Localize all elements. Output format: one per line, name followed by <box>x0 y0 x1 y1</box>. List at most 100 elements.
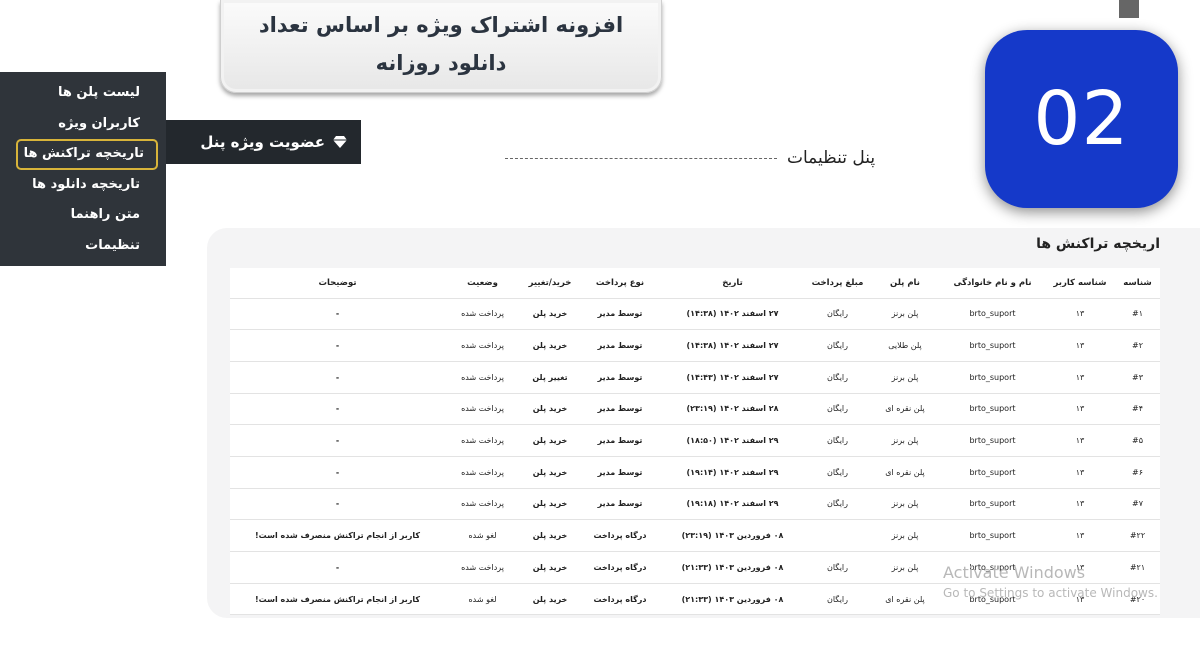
cell-plan-name: پلن برنز <box>870 361 940 394</box>
cell-full-name: brto_suport <box>940 298 1045 331</box>
cell-amount: رایگان <box>805 456 870 489</box>
cell-user-id: ۱۳ <box>1045 488 1115 521</box>
cell-buy-change: خرید پلن <box>520 488 580 521</box>
cell-plan-name: پلن طلایی <box>870 329 940 362</box>
cell-buy-change: خرید پلن <box>520 456 580 489</box>
submenu-item-vip-users[interactable]: کاربران ویژه <box>16 109 160 140</box>
cell-description: - <box>230 488 445 521</box>
table-row: #۲۲ ۱۳ brto_suport پلن برنز ۰۸ فروردین ۱۴۰۳ … <box>230 519 1160 552</box>
windows-activation-watermark: Activate Windows Go to Settings to activ… <box>943 563 1158 600</box>
cell-full-name: brto_suport <box>940 519 1045 552</box>
cell-description: - <box>230 393 445 426</box>
plugin-submenu: لیست پلن ها کاربران ویژه تاریخچه تراکنش … <box>0 72 166 266</box>
header-description: توضیحات <box>230 268 445 299</box>
table-row: #۲ ۱۳ brto_suport پلن طلایی رایگان ۲۷ اسفند ۱… <box>230 329 1160 362</box>
cell-full-name: brto_suport <box>940 361 1045 394</box>
cell-date: ۲۷ اسفند ۱۴۰۲ (۱۴:۳۸) <box>660 329 805 362</box>
cell-user-id: ۱۳ <box>1045 456 1115 489</box>
cell-buy-change: خرید پلن <box>520 551 580 584</box>
cell-description: کاربر از انجام تراکنش منصرف شده است! <box>230 583 445 616</box>
cell-full-name: brto_suport <box>940 424 1045 457</box>
cell-buy-change: خرید پلن <box>520 583 580 616</box>
cell-description: - <box>230 551 445 584</box>
cell-buy-change: خرید پلن <box>520 424 580 457</box>
promo-title-line-2: دانلود روزانه <box>375 51 507 75</box>
cell-amount: رایگان <box>805 298 870 331</box>
cell-plan-name: پلن برنز <box>870 298 940 331</box>
cell-status: لغو شده <box>445 519 520 552</box>
cell-id: #۳ <box>1115 361 1160 394</box>
cell-amount: رایگان <box>805 424 870 457</box>
table-row: #۷ ۱۳ brto_suport پلن برنز رایگان ۲۹ اسفند ۱۴… <box>230 488 1160 521</box>
cell-user-id: ۱۳ <box>1045 298 1115 331</box>
cell-payment-type: درگاه پرداخت <box>580 583 660 616</box>
cell-id: #۲ <box>1115 329 1160 362</box>
cell-buy-change: خرید پلن <box>520 329 580 362</box>
cell-status: پرداخت شده <box>445 456 520 489</box>
header-full-name: نام و نام خانوادگی <box>940 268 1045 299</box>
cell-date: ۰۸ فروردین ۱۴۰۳ (۲۳:۱۹) <box>660 519 805 552</box>
cell-full-name: brto_suport <box>940 488 1045 521</box>
submenu-item-plans-list[interactable]: لیست پلن ها <box>16 78 160 109</box>
cell-buy-change: خرید پلن <box>520 298 580 331</box>
cell-amount: رایگان <box>805 361 870 394</box>
table-title: اریخچه تراکنش ها <box>1036 236 1160 252</box>
cell-user-id: ۱۳ <box>1045 519 1115 552</box>
header-buy-change: خرید/تغییر <box>520 268 580 299</box>
cell-payment-type: توسط مدیر <box>580 393 660 426</box>
bottom-fade <box>205 618 1200 657</box>
table-row: #۱ ۱۳ brto_suport پلن برنز رایگان ۲۷ اسفند ۱۴… <box>230 298 1160 331</box>
cell-status: پرداخت شده <box>445 298 520 331</box>
cell-plan-name: پلن برنز <box>870 488 940 521</box>
table-header-row: شناسه شناسه کاربر نام و نام خانوادگی نام… <box>230 268 1160 299</box>
cell-description: - <box>230 298 445 331</box>
cell-amount: رایگان <box>805 329 870 362</box>
cell-status: پرداخت شده <box>445 361 520 394</box>
cell-description: - <box>230 456 445 489</box>
submenu-item-download-history[interactable]: تاریخچه دانلود ها <box>16 170 160 201</box>
promo-title-line-1: افزونه اشتراک ویژه بر اساس تعداد <box>258 13 624 37</box>
cell-id: #۵ <box>1115 424 1160 457</box>
step-number-badge: 02 <box>985 30 1178 208</box>
settings-panel-label: پنل تنظیمات <box>787 148 876 168</box>
cell-status: لغو شده <box>445 583 520 616</box>
cell-description: - <box>230 424 445 457</box>
cell-status: پرداخت شده <box>445 551 520 584</box>
cell-plan-name: پلن برنز <box>870 519 940 552</box>
table-row: #۵ ۱۳ brto_suport پلن برنز رایگان ۲۹ اسفند ۱۴… <box>230 424 1160 457</box>
cell-plan-name: پلن نقره ای <box>870 393 940 426</box>
cell-id: #۶ <box>1115 456 1160 489</box>
cell-status: پرداخت شده <box>445 329 520 362</box>
header-payment-type: نوع پرداخت <box>580 268 660 299</box>
cell-payment-type: توسط مدیر <box>580 456 660 489</box>
submenu-item-settings[interactable]: تنظیمات <box>16 231 160 262</box>
cell-id: #۴ <box>1115 393 1160 426</box>
header-plan-name: نام پلن <box>870 268 940 299</box>
submenu-item-transaction-history[interactable]: تاریخچه تراکنش ها <box>16 139 158 170</box>
cell-user-id: ۱۳ <box>1045 393 1115 426</box>
submenu-item-help-text[interactable]: متن راهنما <box>16 200 160 231</box>
cell-payment-type: توسط مدیر <box>580 329 660 362</box>
vip-membership-menu-item[interactable]: عضویت ویژه پنل <box>166 120 361 164</box>
cell-full-name: brto_suport <box>940 329 1045 362</box>
cell-payment-type: درگاه پرداخت <box>580 519 660 552</box>
cell-plan-name: پلن نقره ای <box>870 583 940 616</box>
cell-date: ۰۸ فروردین ۱۴۰۳ (۲۱:۳۳) <box>660 551 805 584</box>
header-id: شناسه <box>1115 268 1160 299</box>
table-row: #۳ ۱۳ brto_suport پلن برنز رایگان ۲۷ اسفند ۱۴… <box>230 361 1160 394</box>
cell-date: ۲۷ اسفند ۱۴۰۲ (۱۴:۳۸) <box>660 298 805 331</box>
cell-amount: رایگان <box>805 551 870 584</box>
cell-description: کاربر از انجام تراکنش منصرف شده است! <box>230 519 445 552</box>
header-amount: مبلغ پرداخت <box>805 268 870 299</box>
callout-leader-line <box>505 158 777 159</box>
cell-date: ۲۹ اسفند ۱۴۰۲ (۱۹:۱۴) <box>660 456 805 489</box>
cell-date: ۲۹ اسفند ۱۴۰۲ (۱۹:۱۸) <box>660 488 805 521</box>
cell-date: ۲۷ اسفند ۱۴۰۲ (۱۴:۴۳) <box>660 361 805 394</box>
cell-amount <box>805 519 870 552</box>
cell-payment-type: توسط مدیر <box>580 424 660 457</box>
cell-id: #۲۲ <box>1115 519 1160 552</box>
cell-payment-type: توسط مدیر <box>580 488 660 521</box>
header-user-id: شناسه کاربر <box>1045 268 1115 299</box>
fullscreen-icon[interactable] <box>1119 0 1139 18</box>
cell-id: #۱ <box>1115 298 1160 331</box>
